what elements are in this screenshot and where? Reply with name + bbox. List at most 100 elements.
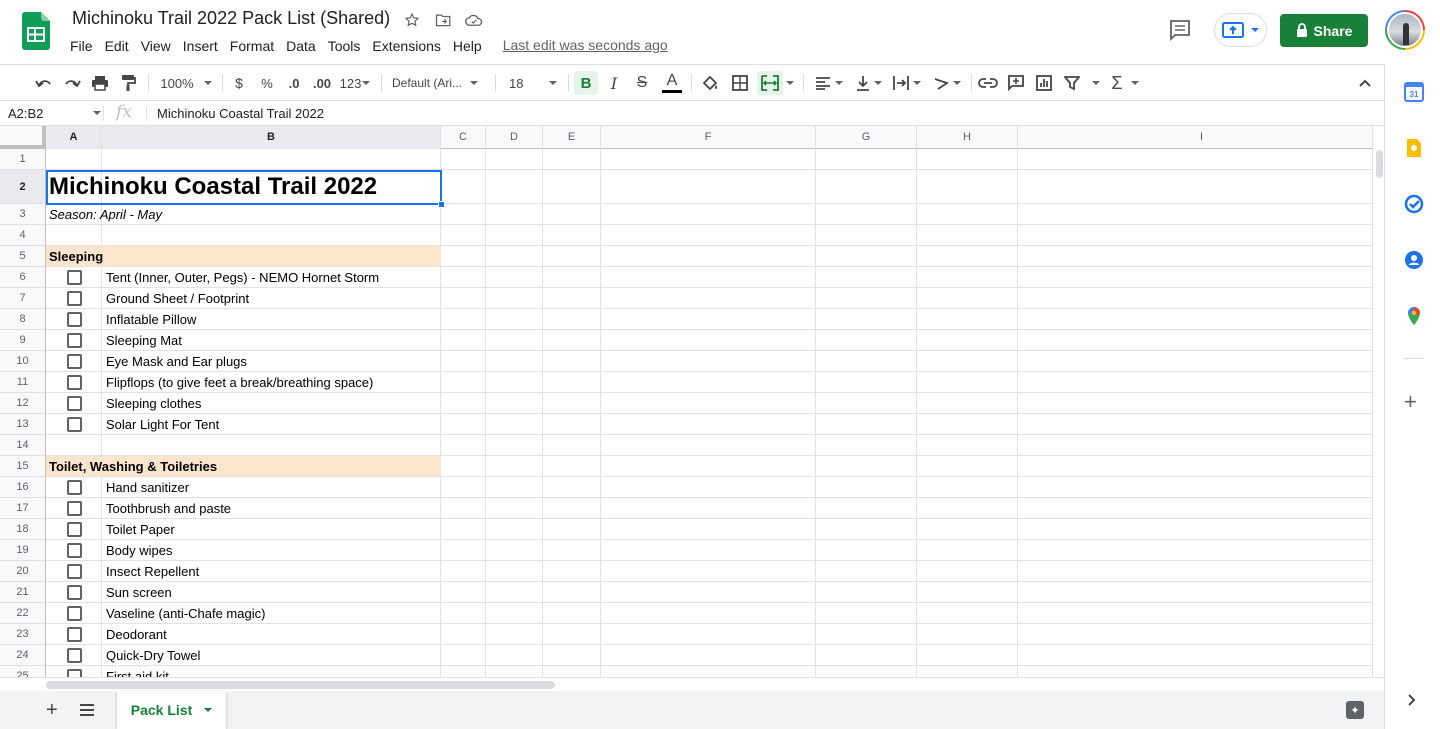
cloud-status-icon[interactable]: [464, 10, 484, 30]
row-header[interactable]: 16: [0, 477, 46, 498]
explore-icon[interactable]: ✦: [1346, 701, 1364, 719]
checkbox[interactable]: [67, 564, 82, 579]
decrease-decimal-button[interactable]: .0: [284, 71, 304, 95]
paint-format-icon[interactable]: [117, 71, 139, 95]
formula-input[interactable]: Michinoku Coastal Trail 2022: [157, 106, 324, 121]
chevron-down-icon[interactable]: [93, 111, 101, 115]
sheets-logo-icon[interactable]: [22, 12, 50, 50]
menu-extensions[interactable]: Extensions: [366, 37, 446, 55]
redo-icon[interactable]: [61, 71, 83, 95]
checkbox[interactable]: [67, 585, 82, 600]
checkbox[interactable]: [67, 480, 82, 495]
season-cell[interactable]: Season: April - May: [49, 207, 162, 222]
checkbox[interactable]: [67, 354, 82, 369]
merge-cells-icon[interactable]: [757, 71, 783, 95]
menu-file[interactable]: File: [64, 37, 99, 55]
row-header[interactable]: 5: [0, 246, 46, 267]
row-header[interactable]: 9: [0, 330, 46, 351]
format-currency-button[interactable]: $: [230, 71, 248, 95]
item-cell[interactable]: Toilet Paper: [106, 522, 175, 537]
item-cell[interactable]: Sleeping clothes: [106, 396, 201, 411]
row-header[interactable]: 19: [0, 540, 46, 561]
checkbox[interactable]: [67, 417, 82, 432]
select-all-corner[interactable]: [0, 126, 46, 149]
avatar[interactable]: [1385, 10, 1425, 50]
maps-icon[interactable]: [1404, 306, 1424, 326]
row-header[interactable]: 13: [0, 414, 46, 435]
menu-data[interactable]: Data: [280, 37, 322, 55]
column-header[interactable]: F: [601, 126, 816, 149]
checkbox[interactable]: [67, 291, 82, 306]
italic-button[interactable]: I: [603, 71, 625, 95]
row-header[interactable]: 10: [0, 351, 46, 372]
contacts-icon[interactable]: [1404, 250, 1424, 270]
more-formats-button[interactable]: 123: [339, 71, 371, 95]
menu-tools[interactable]: Tools: [322, 37, 367, 55]
spreadsheet-grid[interactable]: ABCDEFGHI 1 2 3 4 5 6 7 8 9 10 11 12 13 14 15 16 17 18 19 2…: [0, 126, 1372, 677]
move-folder-icon[interactable]: [433, 10, 453, 30]
item-cell[interactable]: Inflatable Pillow: [106, 312, 196, 327]
item-cell[interactable]: Sleeping Mat: [106, 333, 182, 348]
filter-icon[interactable]: [1062, 71, 1102, 95]
print-icon[interactable]: [89, 71, 111, 95]
fill-color-icon[interactable]: [699, 71, 721, 95]
row-header[interactable]: 6: [0, 267, 46, 288]
star-icon[interactable]: [402, 10, 422, 30]
row-header[interactable]: 20: [0, 561, 46, 582]
checkbox[interactable]: [67, 396, 82, 411]
row-header[interactable]: 12: [0, 393, 46, 414]
horizontal-scroll-thumb[interactable]: [46, 681, 555, 689]
name-box[interactable]: A2:B2: [8, 106, 96, 121]
checkbox[interactable]: [67, 501, 82, 516]
format-percent-button[interactable]: %: [258, 71, 276, 95]
row-header[interactable]: 1: [0, 149, 46, 170]
vertical-scrollbar[interactable]: [1372, 126, 1384, 677]
item-cell[interactable]: Body wipes: [106, 543, 172, 558]
share-button[interactable]: Share: [1280, 14, 1368, 47]
collapse-toolbar-chevron-up-icon[interactable]: [1355, 71, 1375, 95]
row-header[interactable]: 18: [0, 519, 46, 540]
row-header[interactable]: 25: [0, 666, 46, 677]
fill-handle[interactable]: [438, 201, 445, 208]
checkbox[interactable]: [67, 627, 82, 642]
vertical-align-icon[interactable]: [852, 71, 886, 95]
strikethrough-button[interactable]: S: [631, 71, 653, 95]
tasks-icon[interactable]: [1404, 194, 1424, 214]
keep-icon[interactable]: [1404, 138, 1424, 158]
row-header[interactable]: 14: [0, 435, 46, 456]
sheet-title-cell[interactable]: Michinoku Coastal Trail 2022: [49, 173, 377, 201]
item-cell[interactable]: Toothbrush and paste: [106, 501, 231, 516]
column-header[interactable]: D: [486, 126, 543, 149]
section-header-cell[interactable]: Toilet, Washing & Toiletries: [49, 459, 217, 474]
row-header[interactable]: 23: [0, 624, 46, 645]
text-color-button[interactable]: A: [660, 71, 684, 95]
row-header[interactable]: 2: [0, 170, 46, 204]
item-cell[interactable]: Solar Light For Tent: [106, 417, 219, 432]
cell-area[interactable]: Michinoku Coastal Trail 2022 Season: Apri…: [46, 149, 1372, 677]
insert-chart-icon[interactable]: [1033, 71, 1055, 95]
last-edit-link[interactable]: Last edit was seconds ago: [503, 37, 668, 55]
row-header[interactable]: 22: [0, 603, 46, 624]
font-size-select[interactable]: 18: [505, 71, 561, 95]
column-header[interactable]: E: [543, 126, 601, 149]
comment-history-icon[interactable]: [1168, 18, 1192, 42]
menu-format[interactable]: Format: [224, 37, 280, 55]
column-header[interactable]: H: [917, 126, 1018, 149]
functions-sigma-icon[interactable]: Σ: [1108, 71, 1142, 95]
all-sheets-list-icon[interactable]: [79, 703, 95, 717]
column-header[interactable]: A: [46, 126, 102, 149]
horizontal-align-icon[interactable]: [812, 71, 846, 95]
checkbox[interactable]: [67, 648, 82, 663]
expand-side-panel-chevron-icon[interactable]: [1408, 694, 1416, 706]
insert-link-icon[interactable]: [977, 71, 999, 95]
item-cell[interactable]: Tent (Inner, Outer, Pegs) - NEMO Hornet …: [106, 270, 379, 285]
row-header[interactable]: 15: [0, 456, 46, 477]
item-cell[interactable]: Quick-Dry Towel: [106, 648, 200, 663]
item-cell[interactable]: Vaseline (anti-Chafe magic): [106, 606, 265, 621]
menu-help[interactable]: Help: [447, 37, 488, 55]
checkbox[interactable]: [67, 669, 82, 677]
checkbox[interactable]: [67, 375, 82, 390]
row-header[interactable]: 3: [0, 204, 46, 225]
item-cell[interactable]: Eye Mask and Ear plugs: [106, 354, 247, 369]
document-title[interactable]: Michinoku Trail 2022 Pack List (Shared): [72, 8, 390, 29]
